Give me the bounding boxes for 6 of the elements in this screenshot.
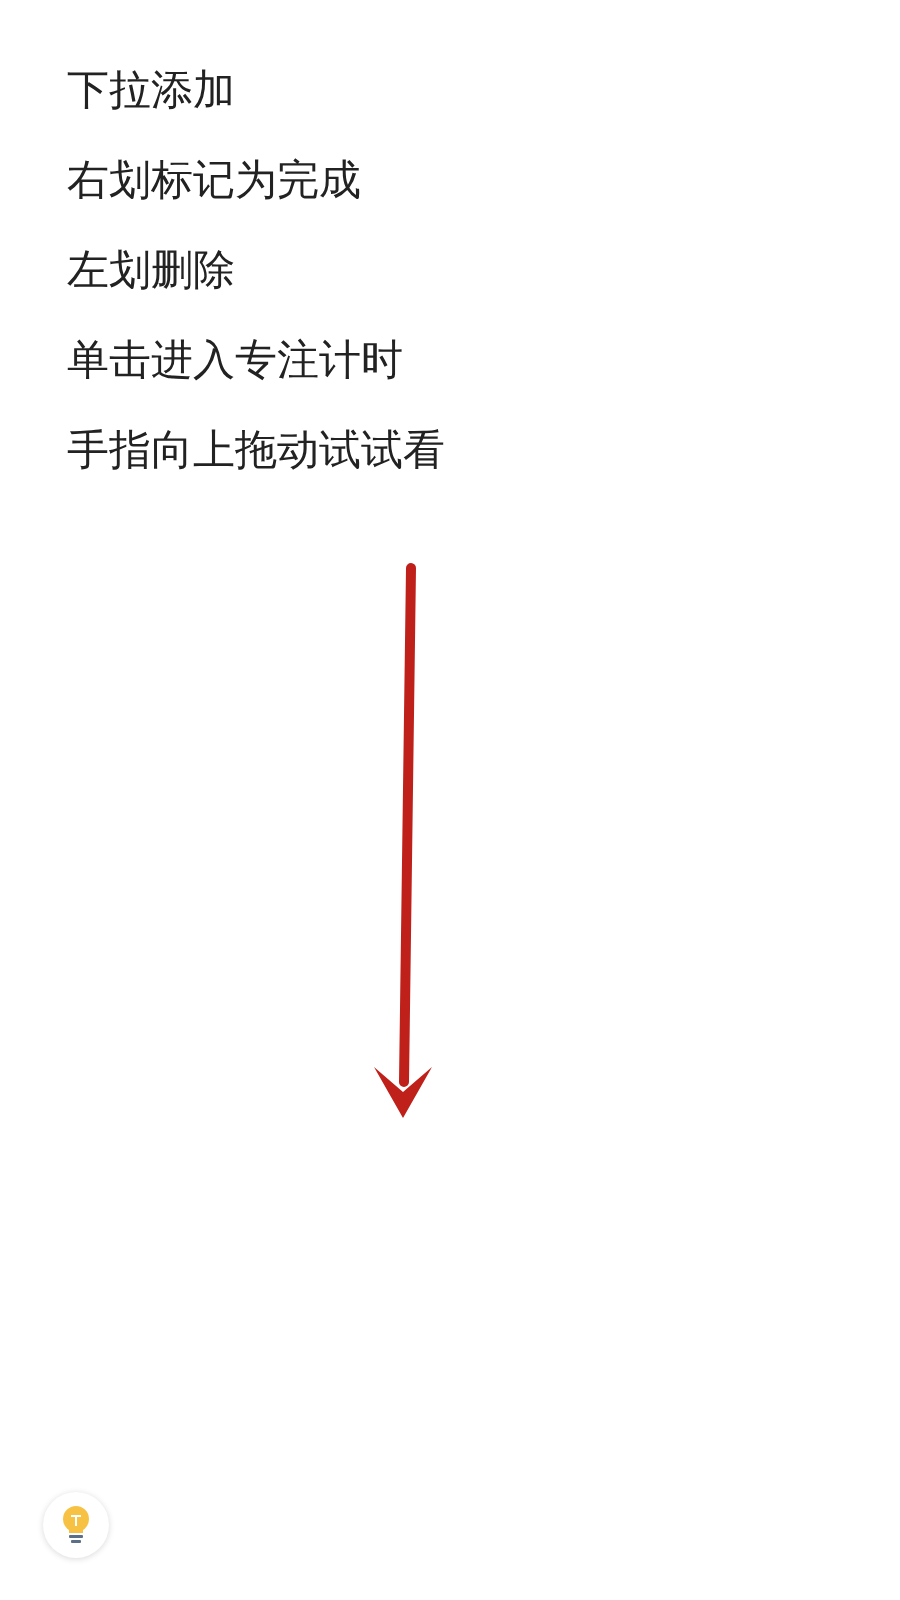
hint-text: 手指向上拖动试试看 bbox=[67, 424, 445, 476]
tips-button[interactable] bbox=[43, 1492, 109, 1558]
hint-text: 下拉添加 bbox=[67, 64, 235, 116]
hint-text: 左划删除 bbox=[67, 244, 235, 296]
hint-text: 单击进入专注计时 bbox=[67, 334, 403, 386]
hint-text: 右划标记为完成 bbox=[67, 154, 361, 206]
